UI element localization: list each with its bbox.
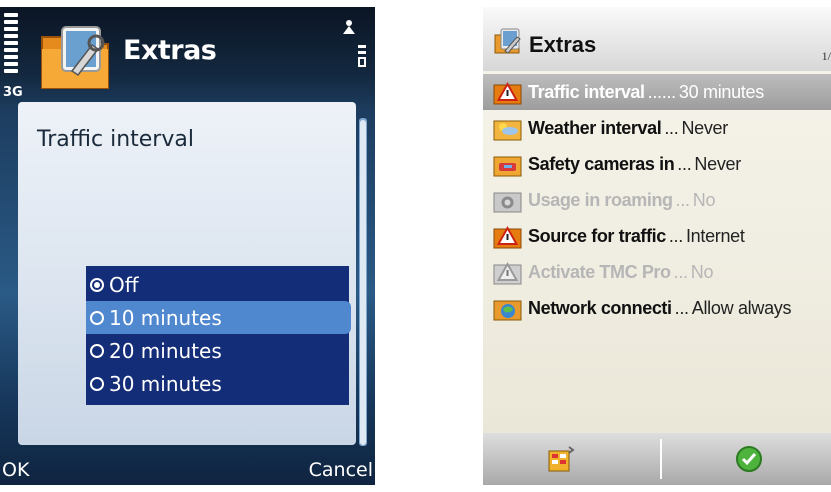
right-phone-screen: Extras 1/ Traffic interval ...... 30 minu… — [483, 7, 831, 485]
option-label: 20 minutes — [109, 338, 222, 363]
item-label: Safety cameras in — [528, 153, 675, 174]
item-value: Allow always — [691, 297, 792, 318]
radio-empty-icon — [90, 376, 104, 391]
extras-app-icon — [41, 26, 109, 89]
item-value: 30 minutes — [678, 81, 764, 102]
weather-icon — [493, 120, 522, 141]
option-label: Off — [109, 272, 139, 297]
header-title: Extras — [123, 35, 217, 66]
list-item-activate-tmc-pro[interactable]: Activate TMC Pro... No — [483, 254, 831, 290]
item-value: Never — [681, 117, 728, 138]
scrollbar[interactable] — [359, 118, 367, 446]
option-10-minutes[interactable]: 10 minutes — [86, 301, 351, 334]
left-phone-screen: 3G Extras Traffic interval Off 10 minute… — [0, 7, 375, 485]
option-20-minutes[interactable]: 20 minutes — [86, 334, 349, 367]
item-value: Never — [694, 153, 741, 174]
option-label: 30 minutes — [109, 371, 222, 396]
item-value: No — [692, 189, 716, 210]
panel-title: Traffic interval — [37, 127, 194, 152]
tmc-icon — [493, 261, 522, 285]
signal-strength-icon — [4, 13, 18, 76]
header-title: Extras — [529, 32, 597, 57]
list-item-usage-in-roaming[interactable]: Usage in roaming... No — [483, 182, 831, 218]
battery-icon — [350, 45, 366, 67]
item-value: Internet — [685, 225, 745, 246]
ok-check-icon[interactable] — [735, 445, 763, 473]
item-label: Traffic interval — [528, 81, 645, 102]
cancel-softkey[interactable]: Cancel — [309, 459, 373, 481]
traffic-source-icon — [493, 225, 522, 249]
network-type-label: 3G — [3, 85, 23, 100]
settings-list: Traffic interval ...... 30 minutes Weathe… — [483, 74, 831, 326]
list-item-weather-interval[interactable]: Weather interval ... Never — [483, 110, 831, 146]
network-icon — [493, 300, 522, 321]
item-label: Source for traffic — [528, 225, 666, 246]
safety-camera-icon — [493, 156, 522, 177]
item-label: Usage in roaming — [528, 189, 673, 210]
item-dots: ... — [668, 225, 683, 246]
option-label: 10 minutes — [109, 305, 222, 330]
item-dots: ... — [673, 261, 688, 282]
item-dots: ... — [677, 153, 692, 174]
radio-empty-icon — [90, 310, 104, 325]
item-dots: ... — [674, 297, 689, 318]
radio-empty-icon — [90, 343, 104, 358]
header-bar: Extras 1/ — [483, 7, 831, 71]
list-item-safety-cameras[interactable]: Safety cameras in... Never — [483, 146, 831, 182]
item-dots: ... — [664, 117, 679, 138]
item-label: Activate TMC Pro — [528, 261, 671, 282]
option-off[interactable]: Off — [86, 268, 349, 301]
roaming-icon — [493, 192, 522, 213]
softkey-bar — [483, 433, 831, 485]
options-icon[interactable] — [547, 445, 575, 473]
item-dots: ... — [675, 189, 690, 210]
traffic-warning-icon — [493, 81, 522, 105]
softkey-divider — [660, 439, 662, 479]
list-item-traffic-interval[interactable]: Traffic interval ...... 30 minutes — [483, 74, 831, 110]
interval-options-list: Off 10 minutes 20 minutes 30 minutes — [86, 266, 351, 405]
extras-app-icon — [494, 28, 521, 54]
radio-selected-icon — [90, 277, 104, 292]
option-30-minutes[interactable]: 30 minutes — [86, 367, 349, 400]
list-item-network-connection[interactable]: Network connecti... Allow always — [483, 290, 831, 326]
item-label: Network connecti — [528, 297, 672, 318]
item-dots: ...... — [647, 81, 677, 102]
person-indicator-icon — [343, 20, 355, 34]
item-value: No — [690, 261, 714, 282]
page-indicator: 1/ — [821, 49, 831, 63]
ok-softkey[interactable]: OK — [2, 459, 29, 481]
item-label: Weather interval — [528, 117, 662, 138]
list-item-source-for-traffic[interactable]: Source for traffic ... Internet — [483, 218, 831, 254]
